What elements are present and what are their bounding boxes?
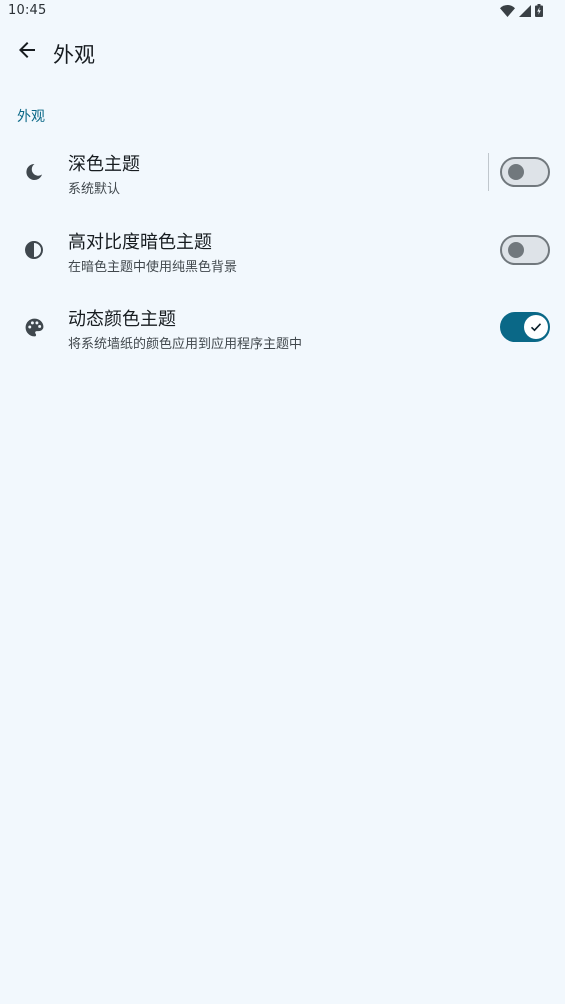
status-bar: 10:45 [0, 0, 565, 24]
pref-high-contrast-theme[interactable]: 高对比度暗色主题 在暗色主题中使用纯黑色背景 [0, 214, 565, 290]
signal-icon [519, 4, 531, 17]
dynamic-color-switch[interactable] [500, 312, 550, 342]
pref-title: 动态颜色主题 [68, 309, 176, 330]
divider [488, 153, 489, 191]
pref-title: 高对比度暗色主题 [68, 232, 212, 253]
status-icons [500, 4, 543, 17]
switch-thumb [524, 315, 548, 339]
arrow-back-icon [17, 40, 37, 64]
pref-dark-theme[interactable]: 深色主题 系统默认 [0, 136, 565, 212]
wifi-icon [500, 4, 515, 17]
dark-theme-switch[interactable] [500, 157, 550, 187]
high-contrast-switch[interactable] [500, 235, 550, 265]
status-time: 10:45 [8, 3, 47, 18]
section-header: 外观 [17, 109, 45, 125]
pref-title: 深色主题 [68, 154, 140, 175]
palette-icon [22, 315, 46, 339]
pref-dynamic-color-theme[interactable]: 动态颜色主题 将系统墙纸的颜色应用到应用程序主题中 [0, 291, 565, 367]
pref-summary: 在暗色主题中使用纯黑色背景 [68, 260, 238, 275]
battery-charging-icon [535, 4, 543, 17]
pref-summary: 将系统墙纸的颜色应用到应用程序主题中 [68, 337, 303, 352]
switch-thumb [508, 242, 524, 258]
check-icon [530, 318, 542, 337]
page-title: 外观 [53, 43, 95, 67]
contrast-icon [22, 238, 46, 262]
switch-thumb [508, 164, 524, 180]
pref-summary: 系统默认 [68, 182, 121, 197]
top-app-bar: 外观 [0, 28, 565, 76]
back-button[interactable] [8, 32, 46, 72]
moon-icon [22, 160, 46, 184]
